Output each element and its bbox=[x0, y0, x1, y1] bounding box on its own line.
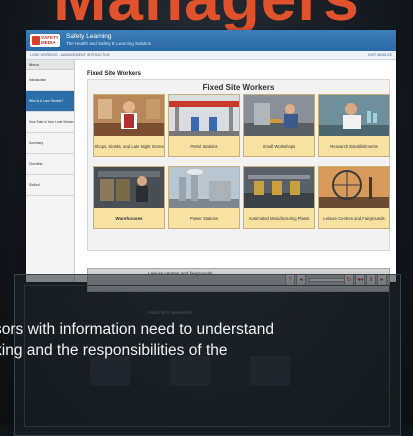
power-station-photo-icon bbox=[169, 167, 239, 208]
petrol-station-photo-icon bbox=[169, 95, 239, 136]
sidebar-menu: Menu Introduction Who is A Lone Worker? … bbox=[26, 60, 75, 282]
body-text: sors with information need to understand… bbox=[0, 319, 413, 361]
tile-label: Warehouses bbox=[94, 208, 164, 228]
sidebar-item-how-safe[interactable]: How Safe is Your Lone Worker? bbox=[26, 112, 74, 133]
app-header: SAFETY MEDIA Safety Learning The Health … bbox=[26, 30, 396, 51]
shop-worker-photo-icon bbox=[94, 95, 164, 136]
tile-label: Shops, Kiosks, and Late Night Stores bbox=[94, 136, 164, 156]
sidebar-item-checklist[interactable]: Checklist bbox=[26, 154, 74, 175]
body-text-line-2: king and the responsibilities of the bbox=[0, 342, 228, 359]
faded-caption: FIXED SITE WORKERS bbox=[148, 310, 192, 315]
tiles-panel: Fixed Site Workers Shops, Kiosks, and La… bbox=[87, 79, 390, 251]
breadcrumb-bar: LONE WORKING - MANAGEMENT INTERACTIVE EX… bbox=[26, 51, 396, 60]
sidebar-item-summary[interactable]: Summary bbox=[26, 133, 74, 154]
safety-media-logo: SAFETY MEDIA bbox=[30, 34, 60, 47]
tile-research-establishments[interactable]: Research Establishments bbox=[318, 94, 390, 157]
elearning-window: SAFETY MEDIA Safety Learning The Health … bbox=[26, 30, 396, 292]
tile-shops-kiosks[interactable]: Shops, Kiosks, and Late Night Stores bbox=[93, 94, 165, 157]
sidebar-item-introduction[interactable]: Introduction bbox=[26, 70, 74, 91]
tile-warehouses[interactable]: Warehouses bbox=[93, 166, 165, 229]
sidebar-item-who-is-lone-worker[interactable]: Who is A Lone Worker? bbox=[26, 91, 74, 112]
app-subtitle: The Health and Safety E Learning Solutio… bbox=[66, 41, 152, 46]
hero-title: Managers bbox=[0, 0, 413, 30]
lab-photo-icon bbox=[319, 95, 389, 136]
tile-label: Research Establishments bbox=[319, 136, 389, 156]
tile-label: Leisure Centres and Fairgrounds bbox=[319, 208, 389, 228]
tile-label: Automated Manufacturing Plants bbox=[244, 208, 314, 228]
tile-power-stations[interactable]: Power Stations bbox=[168, 166, 240, 229]
breadcrumb: LONE WORKING - MANAGEMENT INTERACTIVE bbox=[30, 53, 110, 57]
exit-module-link[interactable]: EXIT MODULE bbox=[368, 51, 392, 59]
menu-header: Menu bbox=[26, 60, 74, 70]
workshop-photo-icon bbox=[244, 95, 314, 136]
warehouse-photo-icon bbox=[94, 167, 164, 208]
body-text-line-1: sors with information need to understand bbox=[0, 321, 275, 338]
tile-small-workshops[interactable]: Small Workshops bbox=[243, 94, 315, 157]
tile-label: Power Stations bbox=[169, 208, 239, 228]
fairground-photo-icon bbox=[319, 167, 389, 208]
sidebar-item-sizified[interactable]: Sizified bbox=[26, 175, 74, 196]
app-title: Safety Learning bbox=[66, 33, 112, 40]
tile-automated-manufacturing[interactable]: Automated Manufacturing Plants bbox=[243, 166, 315, 229]
panel-title: Fixed Site Workers bbox=[202, 83, 275, 92]
tile-petrol-stations[interactable]: Petrol Stations bbox=[168, 94, 240, 157]
logo-mark-icon bbox=[32, 36, 40, 45]
tile-leisure-centres[interactable]: Leisure Centres and Fairgrounds bbox=[318, 166, 390, 229]
factory-photo-icon bbox=[244, 167, 314, 208]
tile-label: Petrol Stations bbox=[169, 136, 239, 156]
tile-label: Small Workshops bbox=[244, 136, 314, 156]
main-content: Fixed Site Workers Fixed Site Workers Sh… bbox=[75, 60, 396, 292]
logo-text: SAFETY MEDIA bbox=[41, 35, 59, 45]
section-title: Fixed Site Workers bbox=[87, 71, 141, 77]
